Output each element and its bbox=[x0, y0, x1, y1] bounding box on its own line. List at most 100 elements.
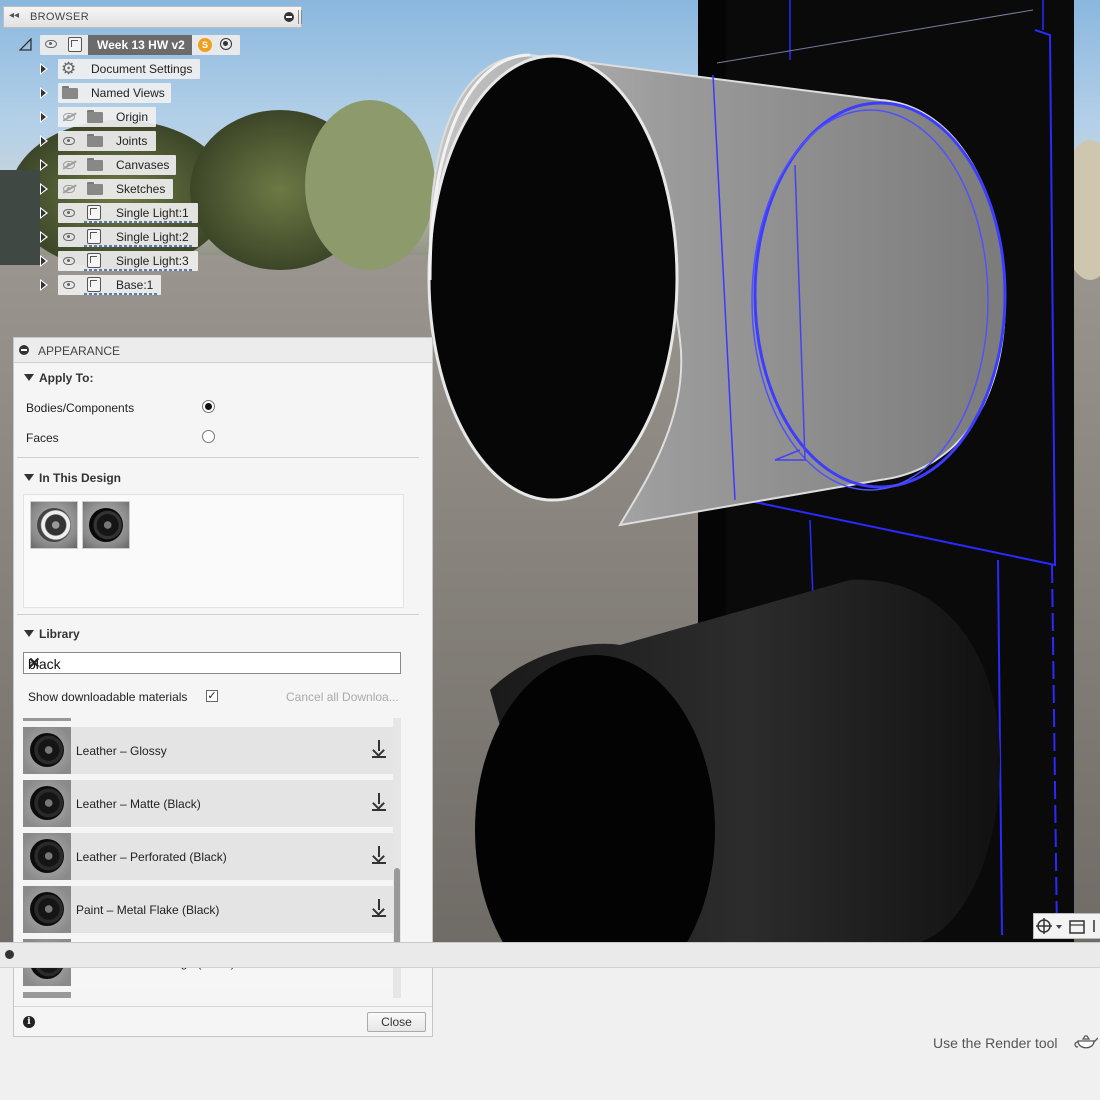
link-indicator bbox=[84, 269, 194, 271]
scrollbar-thumb[interactable] bbox=[394, 868, 400, 952]
section-divider bbox=[17, 457, 419, 458]
visibility-eye-icon[interactable] bbox=[63, 137, 75, 145]
chevron-down-icon[interactable] bbox=[1056, 925, 1062, 929]
gear-icon: ⚙ bbox=[61, 59, 77, 78]
close-button[interactable]: Close bbox=[367, 1012, 426, 1032]
browser-node-label: Sketches bbox=[116, 182, 166, 196]
render-tool-tip: Use the Render tool bbox=[933, 1035, 1058, 1051]
camera-icon[interactable] bbox=[1069, 920, 1085, 934]
material-list-item[interactable]: Leather – Glossy bbox=[23, 727, 393, 774]
activate-radio-icon[interactable] bbox=[220, 38, 232, 50]
expand-arrow-icon[interactable] bbox=[40, 279, 48, 291]
expand-arrow-icon[interactable] bbox=[40, 255, 48, 267]
library-label: Library bbox=[39, 627, 80, 641]
download-icon[interactable] bbox=[372, 846, 386, 864]
visibility-eye-icon[interactable] bbox=[63, 209, 75, 217]
cancel-all-downloads-button[interactable]: Cancel all Downloa... bbox=[286, 690, 399, 704]
expand-down-icon[interactable] bbox=[19, 38, 33, 52]
apply-to-section-header[interactable]: Apply To: bbox=[24, 371, 93, 385]
link-indicator bbox=[84, 293, 157, 295]
visibility-eye-icon[interactable] bbox=[63, 257, 75, 265]
timeline-collapse-icon[interactable] bbox=[5, 950, 14, 959]
collapse-left-icon[interactable]: ◂◂ bbox=[9, 10, 19, 21]
link-indicator bbox=[84, 221, 194, 223]
info-icon[interactable]: i bbox=[23, 1016, 35, 1028]
browser-node-label: Single Light:3 bbox=[116, 254, 189, 268]
material-thumbnail bbox=[23, 833, 71, 880]
faces-label: Faces bbox=[26, 431, 59, 445]
component-icon bbox=[87, 253, 101, 268]
clear-search-icon[interactable]: ✕ bbox=[28, 654, 395, 672]
expand-arrow-icon[interactable] bbox=[40, 183, 48, 195]
show-downloadable-label: Show downloadable materials bbox=[28, 690, 188, 704]
expand-arrow-icon[interactable] bbox=[40, 135, 48, 147]
pin-icon[interactable] bbox=[298, 10, 302, 24]
orbit-icon[interactable] bbox=[1036, 918, 1052, 934]
appearance-title-bar: APPEARANCE bbox=[14, 338, 432, 363]
minimize-icon[interactable] bbox=[284, 12, 294, 22]
root-node-label: Week 13 HW v2 bbox=[97, 38, 185, 52]
faces-radio[interactable] bbox=[202, 430, 215, 443]
folder-icon bbox=[87, 134, 103, 147]
material-list-item[interactable]: Leather – Perforated (Black) bbox=[23, 833, 393, 880]
show-downloadable-checkbox[interactable]: ✓ bbox=[206, 690, 218, 702]
folder-icon bbox=[62, 86, 78, 99]
material-list-item[interactable]: Leather – Matte (Black) bbox=[23, 780, 393, 827]
library-search-input[interactable]: black ✕ bbox=[23, 652, 401, 674]
expand-arrow-icon[interactable] bbox=[40, 231, 48, 243]
appearance-swatch-chrome[interactable] bbox=[31, 502, 77, 548]
folder-icon bbox=[87, 158, 103, 171]
visibility-hidden-icon[interactable] bbox=[63, 161, 75, 169]
browser-node-label: Single Light:1 bbox=[116, 206, 189, 220]
appearance-footer: i Close bbox=[14, 1006, 432, 1037]
teapot-render-icon[interactable] bbox=[1074, 1032, 1098, 1054]
in-this-design-section-header[interactable]: In This Design bbox=[24, 471, 121, 485]
view-tools-bar bbox=[1033, 913, 1100, 939]
link-indicator bbox=[84, 245, 194, 247]
bodies-components-radio[interactable] bbox=[202, 400, 215, 413]
visibility-eye-icon[interactable] bbox=[45, 40, 57, 48]
browser-node-label: Joints bbox=[116, 134, 148, 148]
download-icon[interactable] bbox=[372, 899, 386, 917]
visibility-eye-icon[interactable] bbox=[63, 233, 75, 241]
expand-arrow-icon[interactable] bbox=[40, 111, 48, 123]
in-this-design-swatches bbox=[23, 494, 404, 608]
visibility-hidden-icon[interactable] bbox=[63, 185, 75, 193]
sync-badge-icon[interactable]: S bbox=[198, 38, 212, 52]
in-this-design-label: In This Design bbox=[39, 471, 122, 485]
material-thumbnail bbox=[23, 780, 71, 827]
download-icon[interactable] bbox=[372, 793, 386, 811]
browser-node-label: Origin bbox=[116, 110, 149, 124]
material-name: Leather – Perforated (Black) bbox=[76, 850, 227, 864]
expand-arrow-icon[interactable] bbox=[40, 87, 48, 99]
chevron-down-icon[interactable] bbox=[24, 630, 34, 637]
bodies-components-label: Bodies/Components bbox=[26, 401, 135, 415]
component-icon bbox=[87, 229, 101, 244]
browser-node-label: Base:1 bbox=[116, 278, 154, 292]
material-name: Leather – Matte (Black) bbox=[76, 797, 201, 811]
folder-icon bbox=[87, 110, 103, 123]
browser-node-label: Single Light:2 bbox=[116, 230, 189, 244]
material-list-item[interactable]: Paint – Metal Flake (Black) bbox=[23, 886, 393, 933]
material-thumbnail bbox=[23, 886, 71, 933]
component-icon bbox=[87, 205, 101, 220]
browser-node-label: Named Views bbox=[91, 86, 165, 100]
library-section-header[interactable]: Library bbox=[24, 627, 80, 641]
material-name: Leather – Glossy bbox=[76, 744, 167, 758]
expand-arrow-icon[interactable] bbox=[40, 207, 48, 219]
expand-arrow-icon[interactable] bbox=[40, 63, 48, 75]
browser-panel-header: ◂◂ BROWSER bbox=[3, 6, 302, 28]
appearance-swatch-black[interactable] bbox=[83, 502, 129, 548]
chevron-down-icon[interactable] bbox=[24, 374, 34, 381]
document-icon bbox=[68, 37, 82, 52]
chevron-down-icon[interactable] bbox=[24, 474, 34, 481]
expand-arrow-icon[interactable] bbox=[40, 159, 48, 171]
visibility-eye-icon[interactable] bbox=[63, 281, 75, 289]
material-name: Paint – Metal Flake (Black) bbox=[76, 903, 220, 917]
browser-node-label: Document Settings bbox=[91, 62, 193, 76]
collapse-panel-icon[interactable] bbox=[19, 345, 29, 355]
visibility-hidden-icon[interactable] bbox=[63, 113, 75, 121]
download-icon[interactable] bbox=[372, 740, 386, 758]
material-thumbnail bbox=[23, 727, 71, 774]
folder-icon bbox=[87, 182, 103, 195]
